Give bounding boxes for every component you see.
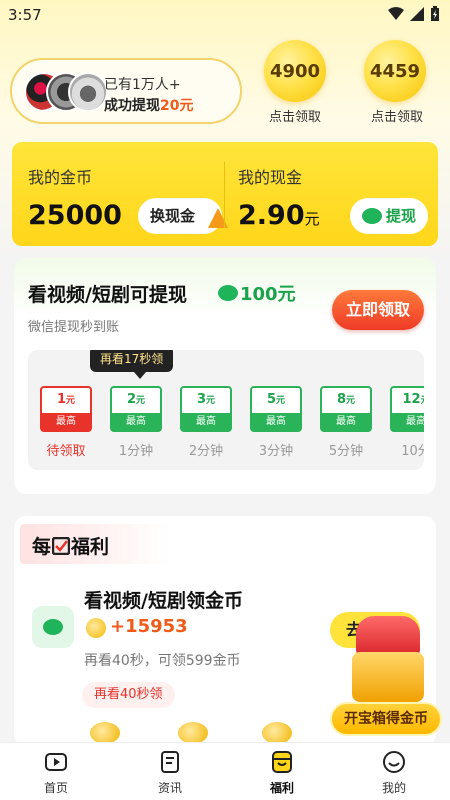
withdraw-step-4[interactable]: 5元 最高: [250, 386, 302, 432]
wechat-icon-tile: [32, 606, 74, 648]
step-amount: 12元: [402, 392, 424, 407]
step-time: 2分钟: [188, 444, 224, 459]
step-tag: 最高: [182, 413, 230, 430]
step-tag: 最高: [252, 413, 300, 430]
status-time: 3:57: [8, 6, 42, 24]
gold-value: 25000: [28, 200, 122, 231]
status-bar: 3:57: [0, 0, 450, 30]
video-card-title: 看视频/短剧可提现: [28, 284, 187, 306]
treasure-chest-icon[interactable]: [352, 616, 426, 706]
avatar: [68, 72, 108, 112]
signal-icon: [410, 7, 424, 21]
cash-value-group: 2.90元: [238, 200, 320, 231]
task-reward: +15953: [110, 616, 188, 637]
up-arrow-icon: [208, 208, 228, 228]
nav-item-welfare[interactable]: 福利: [242, 749, 322, 796]
checkbox-icon: [51, 536, 71, 556]
step-amount: 3元: [196, 392, 216, 407]
step-amount: 5元: [266, 392, 286, 407]
coin-icon: [86, 618, 106, 638]
countdown-tooltip: 再看17秒领: [90, 350, 174, 372]
cash-value: 2.90: [238, 200, 305, 231]
exchange-cash-label: 换现金: [150, 207, 196, 225]
gold-coin-icon: [262, 722, 292, 744]
wechat-icon: [43, 619, 63, 635]
withdraw-success-amount: 20元: [160, 98, 194, 114]
nav-item-news[interactable]: 资讯: [130, 749, 210, 796]
treasure-lid: [356, 616, 420, 656]
step-amount: 2元: [126, 392, 146, 407]
cash-label: 我的现金: [238, 168, 303, 187]
withdraw-button[interactable]: 提现: [350, 198, 428, 234]
nav-label: 首页: [43, 781, 68, 795]
step-amount: 1元: [56, 392, 76, 407]
withdraw-step-3[interactable]: 3元 最高: [180, 386, 232, 432]
step-time: 5分钟: [328, 444, 364, 459]
wechat-icon: [362, 208, 382, 224]
bottom-nav: 首页 资讯 福利 我的: [0, 742, 450, 800]
task-title: 看视频/短剧领金币: [84, 590, 243, 612]
step-tag: 最高: [392, 413, 424, 430]
coin-bubble-1-caption[interactable]: 点击领取: [255, 106, 335, 125]
nav-label: 我的: [381, 781, 406, 795]
daily-title: 每福利: [32, 536, 110, 558]
withdraw-step-1[interactable]: 1元 最高: [40, 386, 92, 432]
news-icon: [161, 751, 179, 773]
withdraw-step-6[interactable]: 12元 最高: [390, 386, 424, 432]
video-play-icon: [45, 753, 67, 771]
withdraw-success-text: 成功提现20元: [104, 95, 193, 115]
gift-icon: [272, 751, 292, 773]
step-time: 待领取: [46, 444, 86, 459]
nav-item-me[interactable]: 我的: [354, 749, 434, 796]
step-time: 3分钟: [258, 444, 294, 459]
battery-icon: [431, 6, 439, 21]
users-count-text: 已有1万人+: [104, 77, 181, 93]
gold-label: 我的金币: [28, 168, 93, 187]
video-withdraw-card: 看视频/短剧可提现 100元 微信提现秒到账 立即领取 再看17秒领 1元 最高…: [14, 258, 436, 494]
claim-now-button[interactable]: 立即领取: [332, 290, 424, 330]
withdraw-step-5[interactable]: 8元 最高: [320, 386, 372, 432]
gold-coin-icon: [178, 722, 208, 744]
wallet-card: 我的金币 25000 换现金 我的现金 2.90元 提现: [12, 142, 438, 246]
exchange-cash-button[interactable]: 换现金: [138, 198, 228, 234]
cash-unit: 元: [304, 210, 320, 228]
open-treasure-button[interactable]: 开宝箱得金币: [330, 702, 442, 736]
video-card-subtitle: 微信提现秒到账: [28, 320, 120, 335]
coin-bubble-2-caption[interactable]: 点击领取: [357, 106, 437, 125]
nav-label: 资讯: [157, 781, 182, 795]
withdraw-label: 提现: [386, 207, 417, 225]
wallet-divider: [224, 162, 225, 228]
step-tag: 最高: [322, 413, 370, 430]
rewatch-badge: 再看40秒领: [82, 682, 175, 708]
task-description: 再看40秒，可领599金币: [84, 653, 241, 669]
avatar-group: [24, 72, 108, 112]
withdraw-success-prefix: 成功提现: [104, 98, 160, 114]
withdraw-steps: 再看17秒领 1元 最高 待领取 2元 最高 1分钟 3元 最高 2分钟 5元 …: [28, 350, 424, 470]
wechat-icon: [218, 285, 238, 301]
withdraw-step-2[interactable]: 2元 最高: [110, 386, 162, 432]
tooltip-tail: [134, 372, 146, 379]
step-tag: 最高: [42, 413, 90, 430]
smile-icon: [383, 751, 405, 773]
status-icons: [388, 6, 440, 22]
step-amount: 8元: [336, 392, 356, 407]
nav-item-home[interactable]: 首页: [16, 749, 96, 796]
coin-bubble-1[interactable]: 4900: [264, 40, 326, 102]
video-card-amount: 100元: [240, 284, 296, 305]
gold-coin-icon: [90, 722, 120, 744]
step-time: 10分: [401, 444, 424, 459]
step-tag: 最高: [112, 413, 160, 430]
withdraw-testimonial: 已有1万人+ 成功提现20元: [10, 58, 242, 124]
wifi-icon: [388, 7, 404, 20]
step-time: 1分钟: [118, 444, 154, 459]
nav-label: 福利: [269, 781, 294, 795]
treasure-body: [352, 652, 424, 702]
coin-bubble-2[interactable]: 4459: [364, 40, 426, 102]
